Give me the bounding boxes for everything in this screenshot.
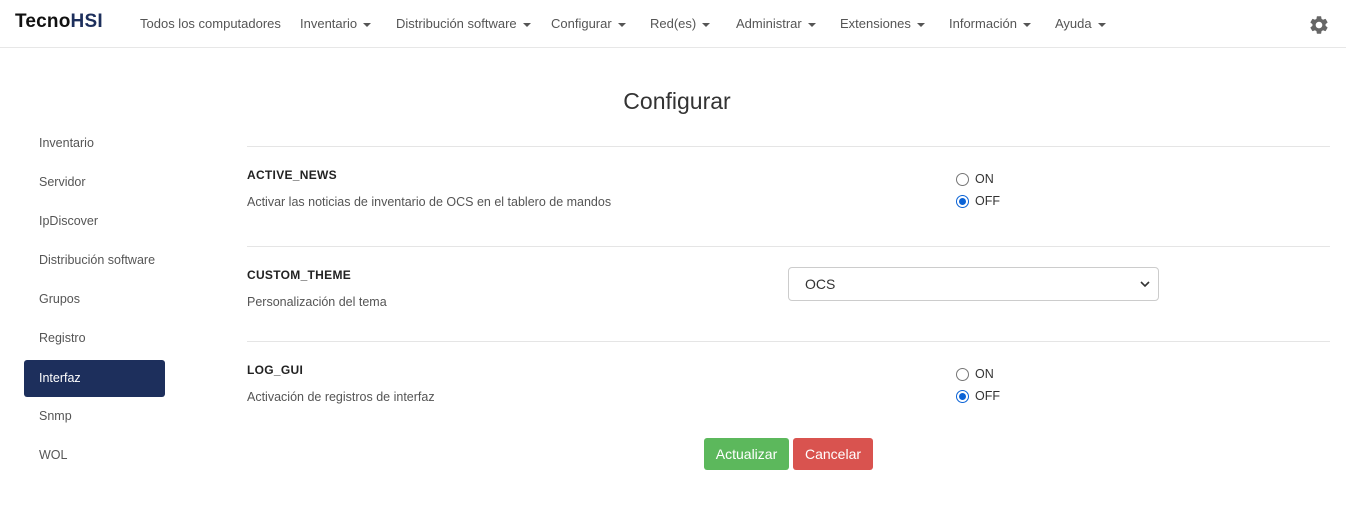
nav-item-redes[interactable]: Red(es): [650, 16, 711, 31]
option-name-active-news: ACTIVE_NEWS: [247, 168, 337, 182]
top-navbar: TecnoHSI Todos los computadores Inventar…: [0, 0, 1346, 48]
caret-down-icon: [363, 22, 372, 27]
divider: [247, 146, 1330, 147]
sidebar-item-label: Registro: [39, 331, 86, 345]
sidebar-item-label: IpDiscover: [39, 214, 99, 228]
sidebar-item-label: Distribución software: [39, 253, 156, 267]
sidebar-item-label: Servidor: [39, 175, 86, 189]
radio-button[interactable]: [956, 367, 969, 381]
nav-item-label: Extensiones: [840, 16, 911, 31]
select-value: OCS: [805, 276, 836, 292]
sidebar-item-registro[interactable]: Registro: [24, 320, 165, 357]
nav-item-label: Distribución software: [396, 16, 517, 31]
nav-item-todos-los-computadores[interactable]: Todos los computadores: [140, 16, 281, 31]
divider: [247, 341, 1330, 342]
nav-item-label: Administrar: [736, 16, 802, 31]
radio-active-news-on[interactable]: ON: [956, 171, 994, 187]
caret-down-icon: [1097, 22, 1106, 27]
radio-button[interactable]: [956, 172, 969, 186]
nav-item-inventario[interactable]: Inventario: [300, 16, 372, 31]
update-button[interactable]: Actualizar: [704, 438, 789, 470]
option-name-log-gui: LOG_GUI: [247, 363, 304, 377]
caret-down-icon: [1022, 22, 1031, 27]
caret-down-icon: [617, 22, 626, 27]
page-title: Configurar: [623, 88, 731, 114]
sidebar-item-interfaz[interactable]: Interfaz: [24, 360, 165, 397]
cancel-button[interactable]: Cancelar: [793, 438, 873, 470]
sidebar-item-distribucion-software[interactable]: Distribución software: [24, 242, 165, 279]
nav-item-label: Red(es): [650, 16, 697, 31]
sidebar-item-label: Inventario: [39, 136, 94, 150]
radio-label: ON: [975, 367, 994, 381]
nav-item-administrar[interactable]: Administrar: [736, 16, 816, 31]
radio-label: OFF: [975, 194, 1000, 208]
radio-log-gui-on[interactable]: ON: [956, 366, 994, 382]
option-desc-custom-theme: Personalización del tema: [247, 295, 387, 309]
custom-theme-select[interactable]: OCS: [788, 267, 1159, 301]
nav-item-distribucion-software[interactable]: Distribución software: [396, 16, 531, 31]
caret-down-icon: [702, 22, 711, 27]
nav-item-label: Información: [949, 16, 1017, 31]
brand-suffix: HSI: [70, 11, 103, 32]
nav-item-informacion[interactable]: Información: [949, 16, 1031, 31]
gear-icon[interactable]: [1308, 14, 1330, 36]
sidebar-item-inventario[interactable]: Inventario: [24, 125, 165, 162]
divider: [247, 246, 1330, 247]
sidebar-item-servidor[interactable]: Servidor: [24, 164, 165, 201]
chevron-down-icon: [1140, 281, 1150, 288]
caret-down-icon: [916, 22, 925, 27]
option-desc-log-gui: Activación de registros de interfaz: [247, 390, 435, 404]
radio-label: OFF: [975, 389, 1000, 403]
radio-button-checked[interactable]: [956, 194, 969, 208]
sidebar-item-ipdiscover[interactable]: IpDiscover: [24, 203, 165, 240]
sidebar-item-label: Grupos: [39, 292, 80, 306]
sidebar-item-label: WOL: [39, 448, 68, 462]
nav-item-label: Inventario: [300, 16, 358, 31]
option-name-custom-theme: CUSTOM_THEME: [247, 268, 352, 282]
sidebar-item-wol[interactable]: WOL: [24, 437, 165, 474]
nav-item-label: Configurar: [551, 16, 612, 31]
nav-item-ayuda[interactable]: Ayuda: [1055, 16, 1106, 31]
sidebar-item-label: Snmp: [39, 409, 72, 423]
nav-item-configurar[interactable]: Configurar: [551, 16, 626, 31]
nav-item-label: Ayuda: [1055, 16, 1092, 31]
caret-down-icon: [522, 22, 531, 27]
nav-item-label: Todos los computadores: [140, 16, 281, 31]
sidebar-item-snmp[interactable]: Snmp: [24, 398, 165, 435]
nav-item-extensiones[interactable]: Extensiones: [840, 16, 925, 31]
sidebar-item-grupos[interactable]: Grupos: [24, 281, 165, 318]
radio-label: ON: [975, 172, 994, 186]
caret-down-icon: [807, 22, 816, 27]
radio-log-gui-off[interactable]: OFF: [956, 388, 1000, 404]
option-desc-active-news: Activar las noticias de inventario de OC…: [247, 195, 612, 209]
brand-prefix: Tecno: [15, 11, 71, 32]
brand-logo[interactable]: TecnoHSI: [15, 11, 103, 33]
radio-active-news-off[interactable]: OFF: [956, 193, 1000, 209]
radio-button-checked[interactable]: [956, 389, 969, 403]
sidebar-item-label: Interfaz: [39, 371, 81, 385]
